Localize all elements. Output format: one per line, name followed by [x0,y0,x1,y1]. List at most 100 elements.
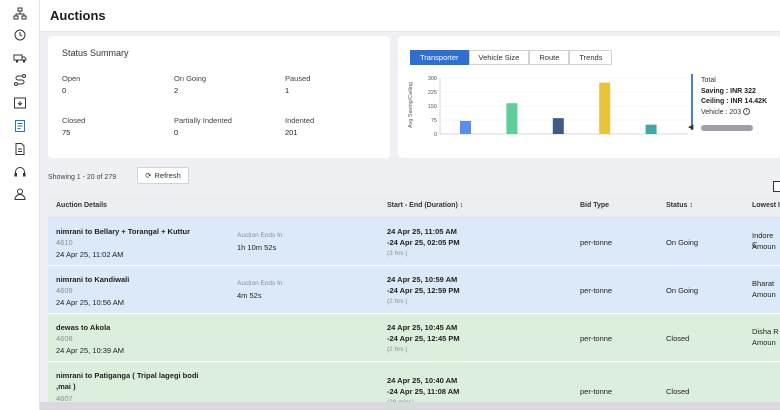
row-bid-type: per-tonne [580,238,613,247]
row-end: -24 Apr 25, 02:05 PM [387,238,460,247]
total-ceiling-text: Ceiling : INR 14.42K [701,98,768,105]
box-icon[interactable] [12,95,28,111]
row-duration: (2 hrs ) [387,346,408,353]
row-route: nimrani to Patiganga ( Tripal lagegi bod… [56,371,199,380]
status-paused-label: Paused [285,74,311,83]
user-icon[interactable] [12,186,28,202]
row-id: 4608 [56,334,73,343]
total-vehicle-text: Vehicle : 203 [701,108,742,116]
truck-icon[interactable] [12,50,28,66]
status-closed-label: Closed [62,116,86,125]
row-status: Closed [666,387,690,396]
row-end: -24 Apr 25, 11:08 AM [387,387,460,396]
row-id: 4610 [56,238,73,247]
y-tick-label: 225 [428,90,437,96]
tab-route[interactable]: Route [529,50,570,65]
history-icon[interactable] [12,27,28,43]
row-route: nimrani to Bellary + Torangal + Kuttur [56,227,191,236]
row-lowest-amount: Amoun [752,338,776,347]
tab-transporter[interactable]: Transporter [410,50,469,65]
total-title: Total [701,77,716,84]
row-bid-type: per-tonne [580,286,613,295]
y-tick-label: 300 [428,76,437,82]
row-start: 24 Apr 25, 10:40 AM [387,376,458,385]
row-start: 24 Apr 25, 10:59 AM [387,275,458,284]
header-status[interactable]: Status ↕ [666,202,693,209]
y-tick-label: 0 [434,132,437,138]
refresh-icon: ⟳ [145,171,152,180]
total-ceiling: Ceiling : INR 14.42K [701,97,767,108]
status-paused-value: 1 [285,86,290,95]
horizontal-scrollbar[interactable] [40,402,780,410]
row-lowest: Disha R [752,327,779,336]
row-ends-label: Auction Ends In [237,232,283,239]
row-lowest-amount: Amoun [752,242,776,251]
status-closed-value: 75 [62,128,71,137]
header: Auctions [40,0,780,32]
auctions-table: Auction Details Start - End (Duration) ↕… [48,194,780,410]
page-title: Auctions [50,8,106,23]
table-row[interactable]: dewas to Akola 4608 24 Apr 25, 10:39 AM … [48,314,780,362]
y-tick-label: 75 [431,118,437,124]
refresh-label: Refresh [154,171,181,180]
legend-scrollbar[interactable] [701,125,753,131]
headset-icon[interactable] [12,164,28,180]
row-start: 24 Apr 25, 10:45 AM [387,323,458,332]
y-axis-label: Avg Saving/Ceiling [408,82,414,128]
row-id: 4609 [56,286,73,295]
scroll-left-icon[interactable]: ◀ [688,123,693,131]
status-summary-card: Status Summary Open 0 On Going 2 Paused … [48,36,390,158]
showing-count: Showing 1 - 20 of 279 [48,174,117,181]
total-vehicle: Vehicle : 203 i [701,108,767,119]
status-summary-title: Status Summary [62,48,129,58]
row-end: -24 Apr 25, 12:45 PM [387,334,460,343]
total-summary: Total Saving : INR 322 Ceiling : INR 14.… [701,76,767,118]
header-auction-details[interactable]: Auction Details [56,202,107,209]
row-route: nimrani to Kandiwali [56,275,130,284]
header-lowest[interactable]: Lowest I [752,202,780,209]
total-saving-text: Saving : INR 322 [701,87,756,95]
report-icon[interactable] [12,141,28,157]
row-ends-label: Auction Ends In [237,280,283,287]
row-status: On Going [666,286,699,295]
tab-vehicle-size[interactable]: Vehicle Size [468,50,530,65]
total-divider [691,74,693,130]
column-toggle-icon[interactable] [773,181,780,192]
header-start-end[interactable]: Start - End (Duration) ↕ [387,202,463,209]
row-created: 24 Apr 25, 10:39 AM [56,346,124,355]
route-icon[interactable] [12,72,28,88]
info-icon[interactable]: i [743,108,751,116]
row-lowest: Bharat [752,279,775,288]
row-status: Closed [666,334,690,343]
chart-bar [506,103,518,134]
status-ongoing-label: On Going [174,74,207,83]
row-duration: (2 hrs ) [387,298,408,305]
table-header: Auction Details Start - End (Duration) ↕… [48,194,780,218]
chart-bar [599,82,611,134]
document-icon[interactable] [12,118,28,134]
header-bid-type[interactable]: Bid Type [580,202,609,209]
sidebar [0,0,40,410]
table-row[interactable]: nimrani to Kandiwali 4609 24 Apr 25, 10:… [48,266,780,314]
org-icon[interactable] [12,6,28,22]
row-created: 24 Apr 25, 10:56 AM [56,298,124,307]
bar-chart: Avg Saving/Ceiling 300 225 150 75 0 [408,76,688,138]
refresh-button[interactable]: ⟳ Refresh [137,167,189,184]
row-bid-type: per-tonne [580,387,613,396]
y-tick-label: 150 [428,104,437,110]
chart-bar [552,118,564,134]
row-lowest-amount: Amoun [752,290,776,299]
row-start: 24 Apr 25, 11:05 AM [387,227,457,236]
row-created: 24 Apr 25, 11:02 AM [56,250,124,259]
row-route-cont: ,mai ) [56,382,76,391]
row-bid-type: per-tonne [580,334,613,343]
chart-tabs: Transporter Vehicle Size Route Trends [410,50,613,65]
total-saving: Saving : INR 322 [701,87,767,98]
row-ends-value: 4m 52s [237,291,262,300]
row-ends-value: 1h 10m 52s [237,243,277,252]
row-status: On Going [666,238,699,247]
table-row[interactable]: nimrani to Bellary + Torangal + Kuttur 4… [48,218,780,266]
tab-trends[interactable]: Trends [569,50,613,65]
chart-bar [460,120,471,134]
row-route: dewas to Akola [56,323,111,332]
